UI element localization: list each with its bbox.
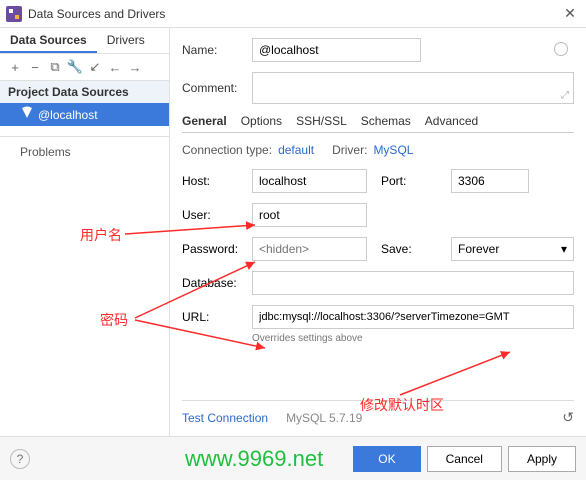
ok-button[interactable]: OK (353, 446, 420, 472)
comment-label: Comment: (182, 81, 252, 95)
close-icon[interactable]: ✕ (560, 5, 580, 22)
left-toolbar: + − ⧉ 🔧 ↙ ← → (0, 54, 169, 81)
port-label: Port: (381, 174, 451, 188)
password-input[interactable] (252, 237, 367, 261)
name-field-wrap (252, 38, 574, 62)
tab-drivers[interactable]: Drivers (97, 28, 155, 53)
overrides-label: Overrides settings above (252, 333, 574, 344)
undo-icon[interactable]: ↙ (86, 58, 104, 76)
title-bar: Data Sources and Drivers ✕ (0, 0, 586, 28)
revert-icon[interactable]: ↺ (562, 409, 574, 426)
wrench-icon[interactable]: 🔧 (66, 58, 84, 76)
database-input[interactable] (252, 271, 574, 295)
host-input[interactable] (252, 169, 367, 193)
user-input[interactable] (252, 203, 367, 227)
save-label: Save: (381, 242, 451, 256)
datasource-item[interactable]: @localhost (0, 103, 169, 126)
password-label: Password: (182, 242, 252, 256)
add-icon[interactable]: + (6, 58, 24, 76)
tab-schemas[interactable]: Schemas (361, 114, 411, 128)
dialog-footer: ? OK Cancel Apply (0, 436, 586, 480)
database-label: Database: (182, 276, 252, 290)
save-value: Forever (458, 242, 499, 256)
color-circle-icon[interactable] (554, 42, 568, 56)
conn-type-link[interactable]: default (278, 143, 314, 157)
tab-ssh-ssl[interactable]: SSH/SSL (296, 114, 347, 128)
name-label: Name: (182, 43, 252, 57)
right-bottom-bar: Test Connection MySQL 5.7.19 ↺ (182, 400, 574, 426)
user-label: User: (182, 208, 252, 222)
url-input[interactable] (252, 305, 574, 329)
connection-type-row: Connection type: default Driver: MySQL (182, 143, 574, 157)
driver-link[interactable]: MySQL (373, 143, 413, 157)
problems-item[interactable]: Problems (0, 136, 169, 167)
leaf-icon (20, 106, 34, 123)
window-title: Data Sources and Drivers (28, 7, 560, 21)
datasource-label: @localhost (38, 108, 98, 122)
comment-input[interactable]: ⤢ (252, 72, 574, 104)
app-icon (6, 6, 22, 22)
help-icon[interactable]: ? (10, 449, 30, 469)
name-input[interactable] (252, 38, 421, 62)
chevron-down-icon: ▾ (561, 242, 567, 256)
driver-version: MySQL 5.7.19 (286, 411, 362, 425)
left-arrow-icon[interactable]: ← (106, 58, 124, 76)
tab-general[interactable]: General (182, 114, 227, 128)
right-arrow-icon[interactable]: → (126, 58, 144, 76)
left-tabs: Data Sources Drivers (0, 28, 169, 54)
left-panel: Data Sources Drivers + − ⧉ 🔧 ↙ ← → Proje… (0, 28, 170, 436)
tab-options[interactable]: Options (241, 114, 282, 128)
cancel-button[interactable]: Cancel (427, 446, 502, 472)
test-connection-link[interactable]: Test Connection (182, 411, 268, 425)
host-label: Host: (182, 174, 252, 188)
right-panel: Name: Comment: ⤢ General Options SSH/SSL… (170, 28, 586, 436)
save-select[interactable]: Forever ▾ (451, 237, 574, 261)
right-tabs: General Options SSH/SSL Schemas Advanced (182, 114, 574, 133)
tab-data-sources[interactable]: Data Sources (0, 28, 97, 53)
apply-button[interactable]: Apply (508, 446, 576, 472)
tab-advanced[interactable]: Advanced (425, 114, 478, 128)
url-label: URL: (182, 310, 252, 324)
conn-type-label: Connection type: (182, 143, 272, 157)
driver-label: Driver: (332, 143, 367, 157)
port-input[interactable] (451, 169, 529, 193)
remove-icon[interactable]: − (26, 58, 44, 76)
expand-icon[interactable]: ⤢ (561, 90, 569, 101)
copy-icon[interactable]: ⧉ (46, 58, 64, 76)
section-header: Project Data Sources (0, 81, 169, 103)
